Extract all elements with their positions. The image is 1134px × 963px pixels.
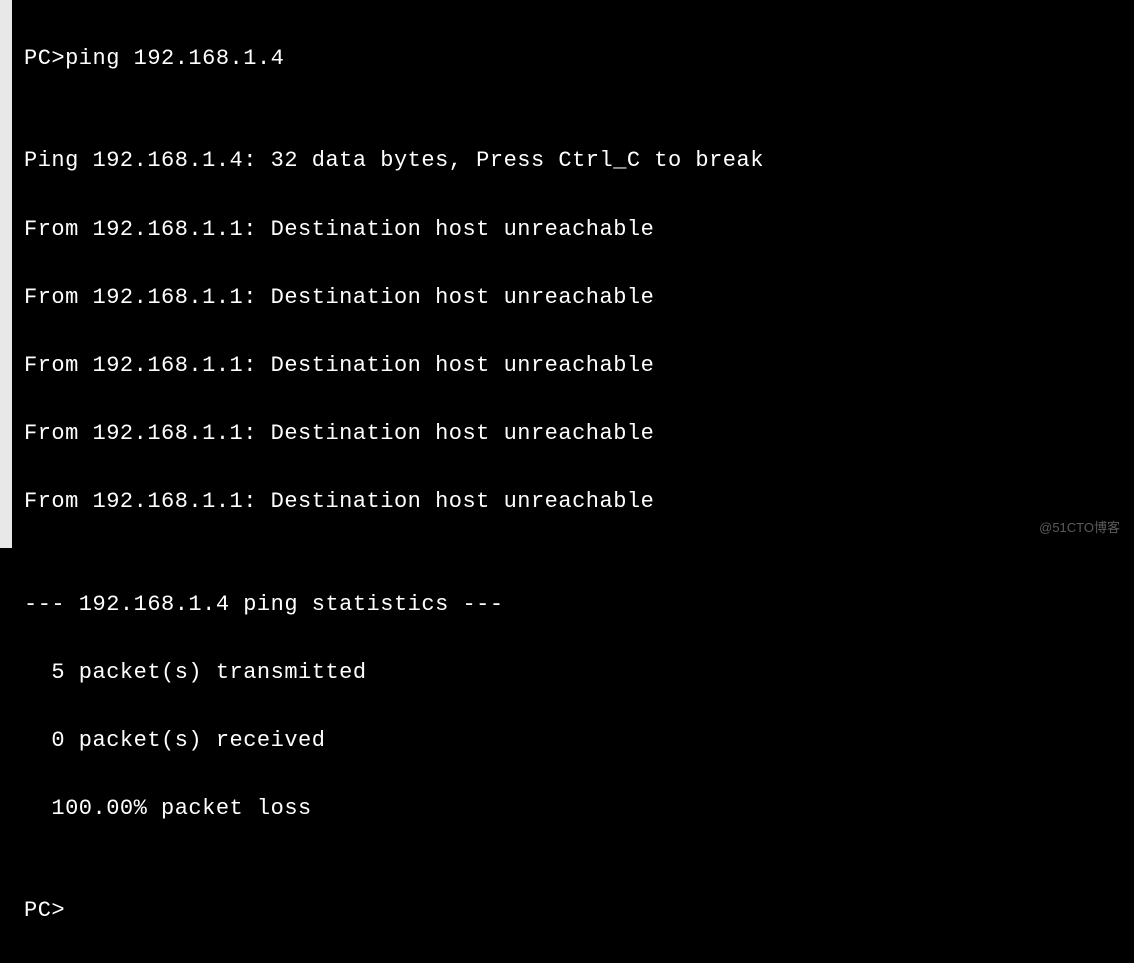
stats-loss: 100.00% packet loss — [24, 792, 1124, 826]
ping-reply: From 192.168.1.1: Destination host unrea… — [24, 349, 1124, 383]
ping-reply: From 192.168.1.1: Destination host unrea… — [24, 213, 1124, 247]
ping-header: Ping 192.168.1.4: 32 data bytes, Press C… — [24, 144, 1124, 178]
command-line[interactable]: PC>ping 192.168.1.4 — [24, 42, 1124, 76]
ping-reply: From 192.168.1.1: Destination host unrea… — [24, 281, 1124, 315]
stats-header: --- 192.168.1.4 ping statistics --- — [24, 588, 1124, 622]
terminal[interactable]: PC>ping 192.168.1.4 Ping 192.168.1.4: 32… — [0, 0, 1134, 548]
watermark: @51CTO博客 — [1039, 518, 1120, 538]
stats-transmitted: 5 packet(s) transmitted — [24, 656, 1124, 690]
ping-reply: From 192.168.1.1: Destination host unrea… — [24, 485, 1124, 519]
stats-received: 0 packet(s) received — [24, 724, 1124, 758]
prompt: PC> — [24, 46, 65, 71]
ping-reply: From 192.168.1.1: Destination host unrea… — [24, 417, 1124, 451]
command-text: ping 192.168.1.4 — [65, 46, 284, 71]
prompt-line[interactable]: PC> — [24, 894, 1124, 928]
